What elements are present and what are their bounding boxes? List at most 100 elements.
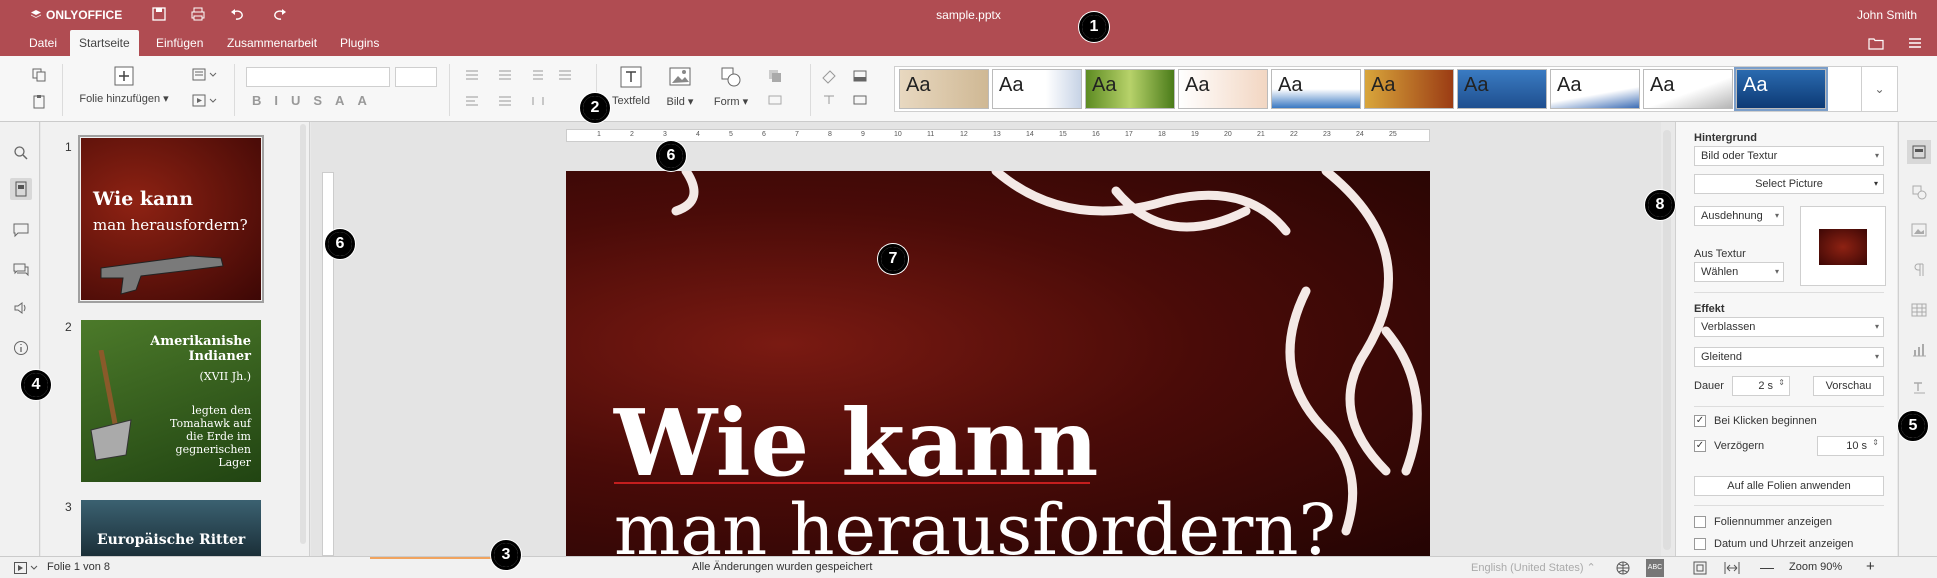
theme-gallery-expand-button[interactable]: ⌄ [1861, 67, 1897, 111]
start-on-click-checkbox[interactable]: ✓ [1694, 415, 1706, 427]
ruler-tick-label: 16 [1092, 131, 1100, 138]
search-icon[interactable] [13, 145, 29, 161]
start-slideshow-icon[interactable] [192, 94, 220, 108]
theme-thumbnail[interactable]: Aa [1550, 69, 1640, 109]
show-date-time-checkbox[interactable] [1694, 538, 1706, 550]
tomahawk-image [90, 350, 132, 461]
vertical-ruler[interactable] [322, 172, 334, 556]
apply-to-all-slides-button[interactable]: Auf alle Folien anwenden [1694, 476, 1884, 496]
language-select[interactable]: English (United States) ⌃ [1471, 561, 1596, 574]
current-slide-canvas[interactable]: Wie kann man herausfordern? [566, 171, 1430, 556]
alignment-buttons-icon[interactable] [463, 94, 573, 108]
theme-thumbnail[interactable]: Aa [1457, 69, 1547, 109]
play-slideshow-icon[interactable] [14, 562, 40, 574]
font-size-select[interactable] [395, 67, 437, 87]
font-family-select[interactable] [246, 67, 390, 87]
background-fill-select[interactable]: Bild oder Textur ▾ [1694, 146, 1884, 166]
slide-number: 1 [65, 140, 72, 154]
slide-number: 3 [65, 500, 72, 514]
slide-settings-icon [1912, 145, 1926, 159]
slide-counter[interactable]: Folie 1 von 8 [47, 561, 110, 573]
transition-type-select[interactable]: Gleitend ▾ [1694, 347, 1884, 367]
shape-settings-icon[interactable] [1911, 184, 1927, 200]
texture-select[interactable]: Wählen ▾ [1694, 262, 1784, 282]
theme-thumbnail[interactable]: Aa [1178, 69, 1268, 109]
theme-thumbnail[interactable]: Aa [1734, 67, 1828, 111]
show-slide-number-checkbox[interactable] [1694, 516, 1706, 528]
save-status: Alle Änderungen wurden gespeichert [692, 561, 873, 573]
slides-panel-button[interactable] [10, 178, 32, 200]
slide-thumbnail[interactable]: Wie kann man herausfordern? [78, 135, 264, 303]
right-sidebar [1898, 122, 1937, 556]
fit-width-icon[interactable] [1724, 561, 1740, 575]
slide-thumbnail[interactable]: Amerikanishe Indianer (XVII Jh.) legten … [81, 320, 261, 482]
tab-plugins[interactable]: Plugins [331, 30, 388, 56]
slide-thumbnail[interactable]: Europäische Ritter [81, 500, 261, 556]
transition-effect-select[interactable]: Verblassen ▾ [1694, 317, 1884, 337]
theme-thumbnail[interactable]: Aa [992, 69, 1082, 109]
thumb-title: Europäische Ritter [97, 532, 246, 548]
paragraph-settings-icon[interactable] [1911, 262, 1927, 278]
list-buttons-icon[interactable] [463, 68, 573, 82]
user-name[interactable]: John Smith [1857, 8, 1917, 22]
textfield-button[interactable]: Textfeld [611, 66, 651, 107]
clear-style-icon[interactable] [820, 68, 884, 108]
delay-spinner[interactable]: 10 s ⇕ [1817, 436, 1884, 456]
callout-marker: 5 [1898, 411, 1928, 441]
theme-thumbnail[interactable]: Aa [1364, 69, 1454, 109]
background-label: Hintergrund [1694, 132, 1757, 144]
text-art-settings-icon[interactable] [1911, 380, 1927, 396]
open-folder-icon[interactable] [1868, 35, 1884, 51]
preview-button[interactable]: Vorschau [1813, 376, 1884, 396]
theme-thumbnail[interactable]: Aa [1085, 69, 1175, 109]
delay-value: 10 s [1846, 440, 1867, 452]
chart-settings-icon[interactable] [1911, 342, 1927, 358]
zoom-out-button[interactable]: — [1760, 559, 1774, 575]
language-label: English (United States) [1471, 562, 1584, 574]
zoom-in-button[interactable]: + [1866, 558, 1875, 575]
textbox-icon [620, 66, 642, 88]
image-settings-icon[interactable] [1911, 222, 1927, 238]
fit-slide-icon[interactable] [1693, 561, 1707, 575]
theme-thumbnail[interactable]: Aa [1643, 69, 1733, 109]
thumbnails-scrollbar[interactable] [300, 124, 306, 544]
slide-settings-tab[interactable] [1907, 140, 1931, 164]
paste-icon[interactable] [31, 94, 47, 110]
add-slide-label: Folie hinzufügen [79, 93, 161, 105]
stretch-select[interactable]: Ausdehnung ▾ [1694, 206, 1784, 226]
tab-home[interactable]: Startseite [70, 30, 139, 56]
tab-insert[interactable]: Einfügen [147, 30, 212, 56]
shape-button[interactable]: Form ▾ [708, 66, 754, 108]
slide-title[interactable]: Wie kann [614, 389, 1098, 497]
horizontal-ruler[interactable]: 1 2 3 4 5 6 7 8 9 10 11 12 13 14 15 16 17 18 19 20 21 22 23 24 2… [566, 129, 1430, 142]
image-button[interactable]: Bild ▾ [662, 66, 698, 108]
callout-marker: 6 [325, 229, 355, 259]
theme-thumbnail[interactable]: Aa [1271, 69, 1361, 109]
feedback-icon[interactable] [13, 300, 29, 316]
zoom-level[interactable]: Zoom 90% [1789, 561, 1842, 573]
menu-icon[interactable] [1907, 35, 1923, 51]
chat-icon[interactable] [13, 262, 29, 278]
slide-subtitle[interactable]: man herausfordern? [614, 489, 1336, 556]
ruler-tick-label: 7 [795, 131, 799, 138]
ruler-tick-label: 19 [1191, 131, 1199, 138]
spellcheck-button[interactable]: ABC [1646, 559, 1664, 577]
theme-thumbnail[interactable]: Aa [899, 69, 989, 109]
ruler-tick-label: 12 [960, 131, 968, 138]
document-language-icon[interactable] [1616, 561, 1630, 575]
font-style-buttons[interactable]: BIUSAA [252, 93, 380, 108]
about-icon[interactable] [13, 340, 29, 356]
tab-file[interactable]: Datei [20, 30, 66, 56]
copy-icon[interactable] [31, 67, 47, 83]
ruler-tick-label: 23 [1323, 131, 1331, 138]
tab-collaboration[interactable]: Zusammenarbeit [218, 30, 326, 56]
comments-icon[interactable] [13, 222, 29, 238]
texture-preview [1800, 206, 1886, 286]
arrange-icon[interactable] [766, 68, 796, 108]
duration-spinner[interactable]: 2 s ⇕ [1732, 376, 1790, 396]
select-picture-button[interactable]: Select Picture ▾ [1694, 174, 1884, 194]
add-slide-button[interactable]: Folie hinzufügen ▾ [79, 66, 169, 116]
delay-checkbox[interactable]: ✓ [1694, 440, 1706, 452]
table-settings-icon[interactable] [1911, 302, 1927, 318]
slide-layout-icon[interactable] [192, 68, 220, 82]
